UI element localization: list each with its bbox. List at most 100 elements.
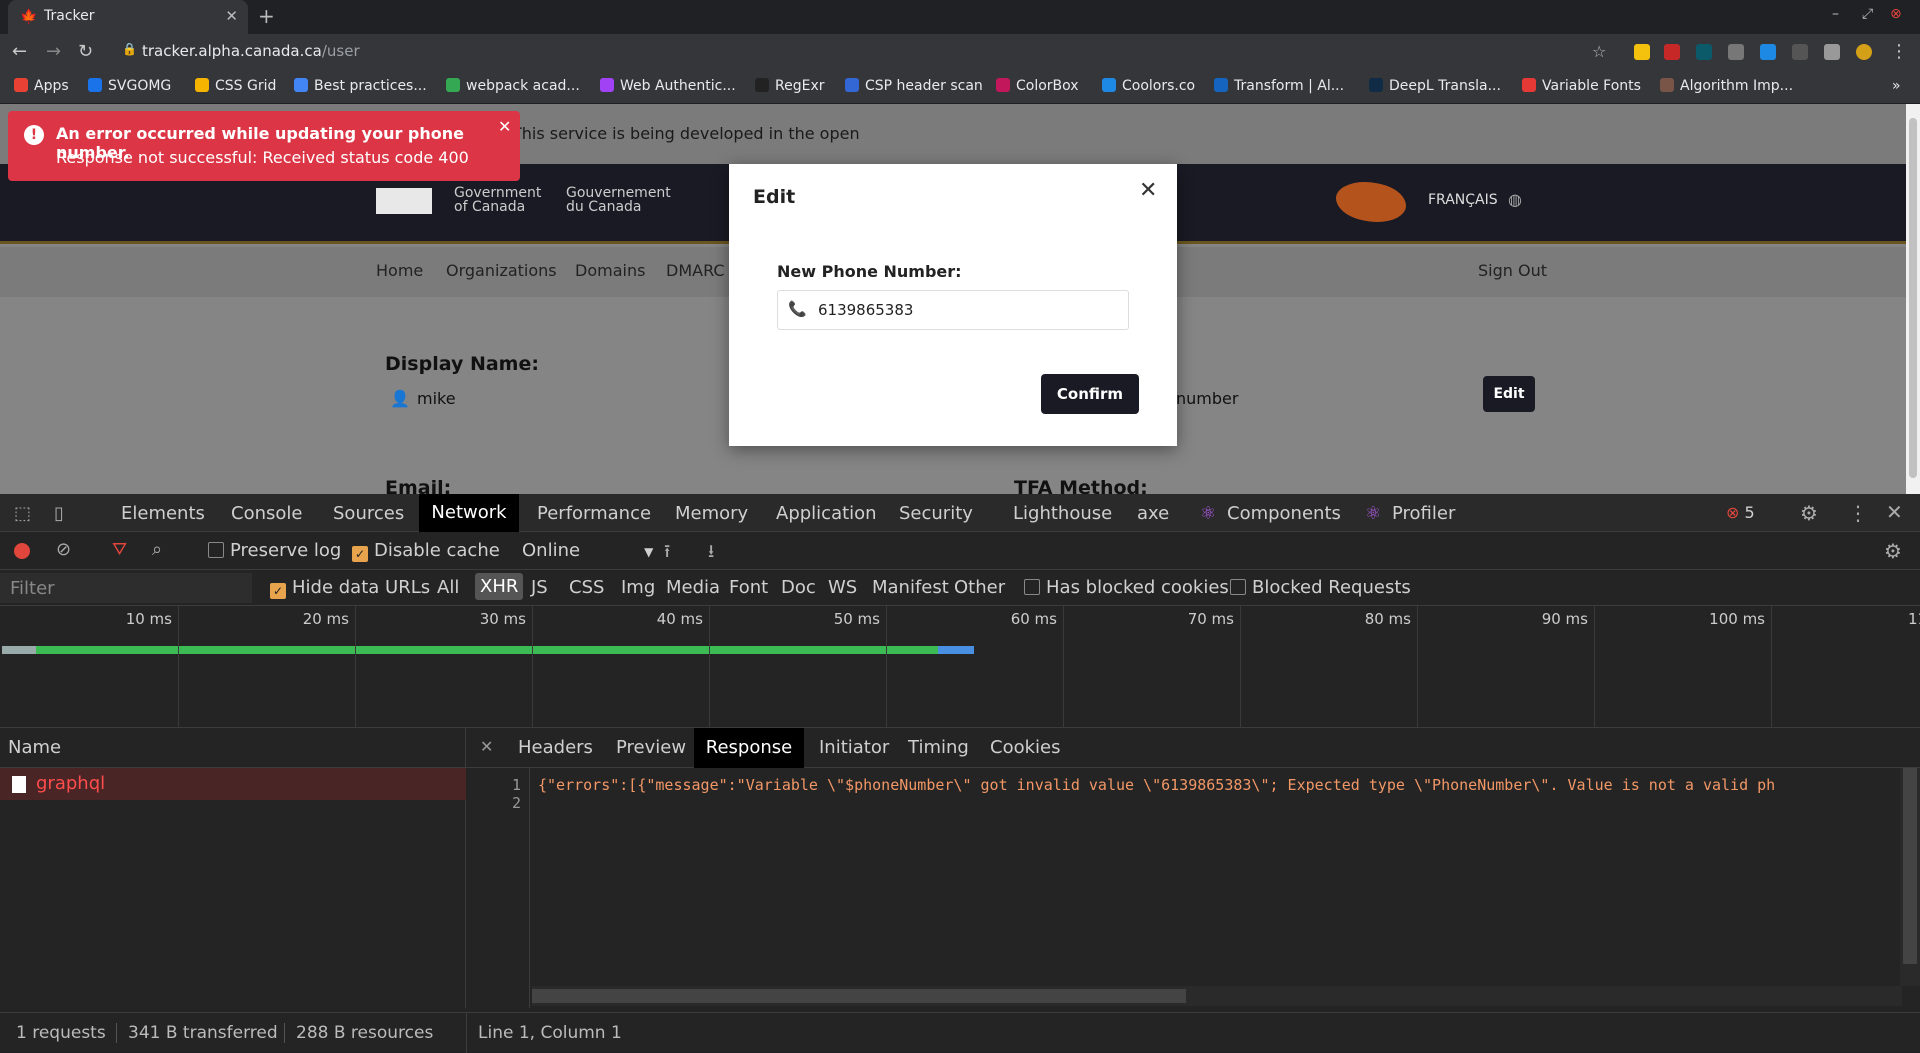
reload-icon[interactable]: ↻ [78,41,93,62]
more-bookmarks-icon[interactable]: » [1892,78,1901,94]
type-filter-ws[interactable]: WS [828,577,857,598]
clear-icon[interactable]: ⊘ [56,539,71,560]
horizontal-scrollbar[interactable] [532,986,1902,1006]
more-options-icon[interactable]: ⋮ [1848,501,1868,525]
address-bar[interactable]: 🔒 tracker.alpha.canada.ca/user [114,38,1594,66]
bookmark-item[interactable]: webpack acad... [446,78,580,94]
tab-application[interactable]: Application [776,503,877,524]
settings-gear-icon[interactable]: ⚙ [1800,501,1818,525]
menu-icon[interactable]: ⋮ [1890,41,1908,62]
close-window-icon[interactable]: ⊗ [1890,6,1902,22]
record-icon[interactable] [14,543,30,559]
type-filter-all[interactable]: All [437,577,459,598]
type-filter-xhr[interactable]: XHR [475,573,524,600]
tab-axe[interactable]: axe [1137,503,1169,524]
bookmark-item[interactable]: Web Authentic... [600,78,736,94]
type-filter-manifest[interactable]: Manifest [872,577,949,598]
type-filter-js[interactable]: JS [531,577,548,598]
preserve-log-checkbox[interactable]: Preserve log [208,540,341,561]
network-settings-icon[interactable]: ⚙ [1884,539,1902,563]
search-icon[interactable]: ⌕ [152,539,162,560]
tab-headers[interactable]: Headers [518,737,593,758]
device-toggle-icon[interactable]: ▯ [54,503,64,524]
waterfall-overview[interactable]: 10 ms 20 ms 30 ms 40 ms 50 ms 60 ms 70 ms 80 ms… [0,606,1920,728]
name-column-header[interactable]: Name [0,728,466,768]
tab-initiator[interactable]: Initiator [819,737,889,758]
tab-security[interactable]: Security [899,503,973,524]
close-icon[interactable]: ✕ [480,737,493,756]
filter-icon[interactable]: ⛛ [112,539,127,560]
close-tab-icon[interactable]: ✕ [225,7,238,25]
nav-organizations[interactable]: Organizations [446,261,557,280]
phone-number-input[interactable]: 📞 6139865383 [777,290,1129,330]
bookmark-item[interactable]: Best practices... [294,78,427,94]
new-tab-button[interactable]: + [258,4,275,28]
bookmark-item[interactable]: Algorithm Imp... [1660,78,1793,94]
nav-domains[interactable]: Domains [575,261,645,280]
nav-dmarc[interactable]: DMARC I [666,261,734,280]
response-code-view[interactable]: 12 {"errors":[{"message":"Variable \"$ph… [466,768,1920,1008]
browser-tab[interactable]: 🍁 Tracker ✕ [8,0,248,34]
tab-response[interactable]: Response [694,728,804,768]
tab-components[interactable]: Components [1227,503,1341,524]
close-devtools-icon[interactable]: ✕ [1886,500,1903,524]
extension-icon[interactable] [1634,44,1650,60]
tab-cookies[interactable]: Cookies [990,737,1060,758]
forward-icon[interactable]: → [46,41,61,62]
tab-sources[interactable]: Sources [333,503,404,524]
extension-icon[interactable] [1696,44,1712,60]
export-har-icon[interactable]: ⭳ [708,539,714,569]
bookmark-item[interactable]: CSP header scan [845,78,983,94]
type-filter-media[interactable]: Media [666,577,720,598]
close-icon[interactable]: ✕ [1139,178,1157,203]
disable-cache-checkbox[interactable]: ✓ Disable cache [352,540,500,562]
bookmark-item[interactable]: RegExr [755,78,825,94]
scrollbar-thumb[interactable] [1903,768,1917,964]
puzzle-icon[interactable] [1824,44,1840,60]
bookmark-item[interactable]: Coolors.co [1102,78,1195,94]
error-counter[interactable]: ⊗ 5 [1726,503,1755,522]
table-row[interactable]: graphql [0,768,466,800]
vertical-scrollbar[interactable] [1900,768,1920,986]
tab-network[interactable]: Network [419,494,519,532]
avatar[interactable] [1856,44,1872,60]
tab-profiler[interactable]: Profiler [1392,503,1455,524]
restore-icon[interactable]: ⤢ [1862,6,1873,22]
throttle-select[interactable]: Online ▼ [522,540,653,561]
type-filter-doc[interactable]: Doc [781,577,816,598]
minimize-icon[interactable]: – [1832,6,1839,22]
tab-performance[interactable]: Performance [537,503,651,524]
inspect-icon[interactable]: ⬚ [14,503,31,524]
tab-console[interactable]: Console [231,503,302,524]
hide-data-urls-checkbox[interactable]: ✓ Hide data URLs [270,577,430,599]
bookmark-item[interactable]: Transform | Al... [1214,78,1344,94]
tab-lighthouse[interactable]: Lighthouse [1013,503,1112,524]
scrollbar-thumb[interactable] [1909,118,1917,478]
phone-number-value[interactable]: 6139865383 [818,301,913,319]
has-blocked-cookies-checkbox[interactable]: Has blocked cookies [1024,577,1229,598]
bookmark-star-icon[interactable]: ☆ [1592,42,1606,61]
extension-icon[interactable] [1728,44,1744,60]
nav-home[interactable]: Home [376,261,423,280]
extension-icon[interactable] [1792,44,1808,60]
back-icon[interactable]: ← [12,41,27,62]
language-toggle[interactable]: FRANÇAIS [1428,192,1498,208]
bookmark-item[interactable]: DeepL Transla... [1369,78,1501,94]
bookmark-item[interactable]: SVGOMG [88,78,171,94]
nav-sign-out[interactable]: Sign Out [1478,261,1547,280]
bookmark-item[interactable]: Variable Fonts [1522,78,1641,94]
tab-preview[interactable]: Preview [616,737,686,758]
bookmark-item[interactable]: CSS Grid [195,78,276,94]
bookmark-item[interactable]: Apps [14,78,69,94]
filter-input[interactable]: Filter [0,573,252,603]
scrollbar-thumb[interactable] [532,989,1186,1003]
confirm-button[interactable]: Confirm [1041,374,1139,414]
tab-timing[interactable]: Timing [908,737,969,758]
type-filter-css[interactable]: CSS [569,577,604,598]
bookmark-item[interactable]: ColorBox [996,78,1079,94]
import-har-icon[interactable]: ⭱ [664,539,670,569]
edit-phone-button[interactable]: Edit [1483,376,1535,412]
extension-icon[interactable] [1760,44,1776,60]
type-filter-other[interactable]: Other [954,577,1005,598]
blocked-requests-checkbox[interactable]: Blocked Requests [1230,577,1411,598]
